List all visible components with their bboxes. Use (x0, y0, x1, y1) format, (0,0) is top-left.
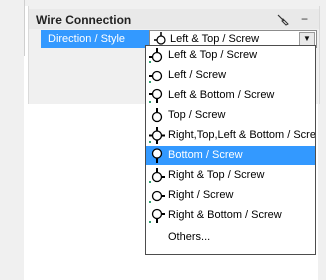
list-item-label: Left & Top / Screw (168, 49, 258, 61)
list-item-label: Right & Bottom / Screw (168, 209, 282, 221)
collapse-icon[interactable]: − (301, 12, 308, 26)
right-top-screw-icon (149, 167, 165, 184)
right-bottom-screw-icon (149, 207, 165, 224)
property-value-text: Left & Top / Screw (170, 33, 260, 45)
list-item[interactable]: Left / Screw (146, 66, 315, 85)
left-top-screw-icon (149, 47, 165, 64)
list-item-label: Left / Screw (168, 69, 227, 81)
list-item-label: Bottom / Screw (168, 149, 243, 161)
list-item[interactable]: Left & Bottom / Screw (146, 86, 315, 105)
left-screw-icon (149, 67, 165, 84)
list-item-label: Right / Screw (168, 189, 234, 201)
list-item[interactable]: Left & Top / Screw (146, 46, 315, 65)
direction-style-dropdown-list[interactable]: Left & Top / Screw Left / Screw Left & B… (145, 45, 316, 255)
list-item[interactable]: Right,Top,Left & Bottom / Scre (146, 126, 315, 145)
panel-header: Wire Connection − (29, 9, 319, 29)
right-screw-icon (149, 187, 165, 204)
top-screw-icon (149, 107, 165, 124)
list-item[interactable]: Right / Screw (146, 186, 315, 205)
bottom-screw-icon (149, 147, 165, 164)
list-item-label: Others... (168, 231, 211, 243)
left-edge-lower (0, 56, 24, 280)
property-name: Direction / Style (41, 30, 156, 48)
left-edge (0, 0, 25, 56)
list-item-label: Left & Bottom / Screw (168, 89, 275, 101)
left-bottom-screw-icon (149, 87, 165, 104)
list-item-label: Top / Screw (168, 109, 226, 121)
pin-icon[interactable] (277, 14, 291, 26)
list-item-selected[interactable]: Bottom / Screw (146, 146, 315, 165)
list-item-others[interactable]: Others... (146, 228, 315, 247)
panel-title: Wire Connection (36, 13, 132, 27)
list-item-label: Right,Top,Left & Bottom / Scre (168, 129, 316, 141)
list-item-label: Right & Top / Screw (168, 169, 265, 181)
all-directions-screw-icon (149, 127, 165, 144)
list-item[interactable]: Right & Bottom / Screw (146, 206, 315, 225)
list-item[interactable]: Right & Top / Screw (146, 166, 315, 185)
list-item[interactable]: Top / Screw (146, 106, 315, 125)
